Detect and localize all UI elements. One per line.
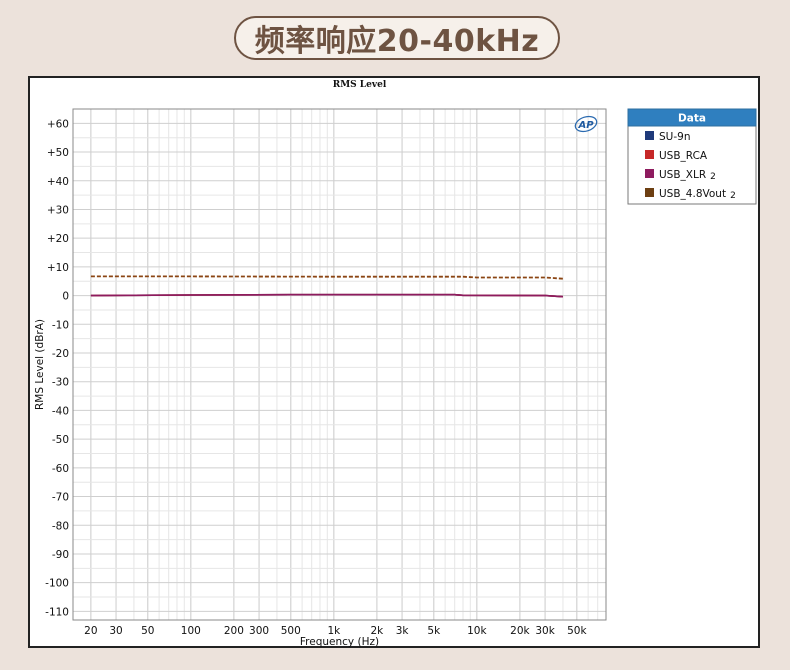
y-tick-label: +30 — [47, 204, 69, 216]
y-tick-label: +40 — [47, 176, 69, 188]
x-tick-label: 100 — [181, 625, 201, 637]
y-tick-label: -50 — [52, 434, 69, 446]
legend-swatch — [645, 169, 654, 178]
chart-panel: +60 +50 +40 +30 +20 +10 0 -10 -20 -30 -40 -50 -60 -70… — [28, 76, 760, 648]
y-tick-label: -70 — [52, 492, 69, 504]
y-tick-label: -80 — [52, 520, 69, 532]
x-tick-label: 30k — [535, 625, 555, 637]
chart-title: RMS Level — [333, 80, 387, 90]
y-tick-label: -100 — [45, 578, 69, 590]
legend-label: USB_4.8Vout 2 — [659, 188, 736, 201]
plot-area — [73, 109, 606, 620]
x-tick-label: 30 — [109, 625, 122, 637]
x-tick-label: 10k — [467, 625, 487, 637]
y-tick-label: -110 — [45, 606, 69, 618]
ap-logo-text: AP — [577, 120, 594, 131]
x-tick-label: 20 — [84, 625, 97, 637]
x-tick-label: 5k — [427, 625, 441, 637]
x-tick-label: 50 — [141, 625, 154, 637]
page-heading-text: 频率响应20-40kHz — [254, 24, 540, 59]
legend-title: Data — [678, 113, 706, 125]
frequency-response-chart: +60 +50 +40 +30 +20 +10 0 -10 -20 -30 -40 -50 -60 -70… — [34, 80, 757, 648]
y-tick-label: -10 — [52, 319, 69, 331]
y-tick-label: +50 — [47, 147, 69, 159]
x-tick-label: 500 — [281, 625, 301, 637]
x-tick-label: 300 — [249, 625, 269, 637]
y-tick-label: 0 — [62, 291, 69, 303]
y-tick-label: +60 — [47, 118, 69, 130]
legend-swatch — [645, 131, 654, 140]
y-tick-label: -60 — [52, 463, 69, 475]
y-tick-label: -90 — [52, 549, 69, 561]
y-tick-label: +20 — [47, 233, 69, 245]
legend-label-suffix: 2 — [710, 172, 716, 182]
legend-label-suffix: 2 — [730, 191, 736, 201]
x-tick-label: 3k — [396, 625, 410, 637]
y-tick-label: -40 — [52, 405, 69, 417]
x-tick-label: 20k — [510, 625, 530, 637]
y-tick-label: +10 — [47, 262, 69, 274]
y-axis-title: RMS Level (dBrA) — [34, 319, 46, 410]
legend-label: USB_RCA — [659, 150, 708, 162]
x-tick-label: 200 — [224, 625, 244, 637]
legend-swatch — [645, 150, 654, 159]
legend-swatch — [645, 188, 654, 197]
y-tick-label: -30 — [52, 377, 69, 389]
y-tick-label: -20 — [52, 348, 69, 360]
legend-label: SU-9n — [659, 131, 690, 143]
page-heading: 频率响应20-40kHz — [234, 16, 560, 60]
x-axis-title: Frequency (Hz) — [300, 636, 379, 648]
x-tick-label: 50k — [567, 625, 587, 637]
